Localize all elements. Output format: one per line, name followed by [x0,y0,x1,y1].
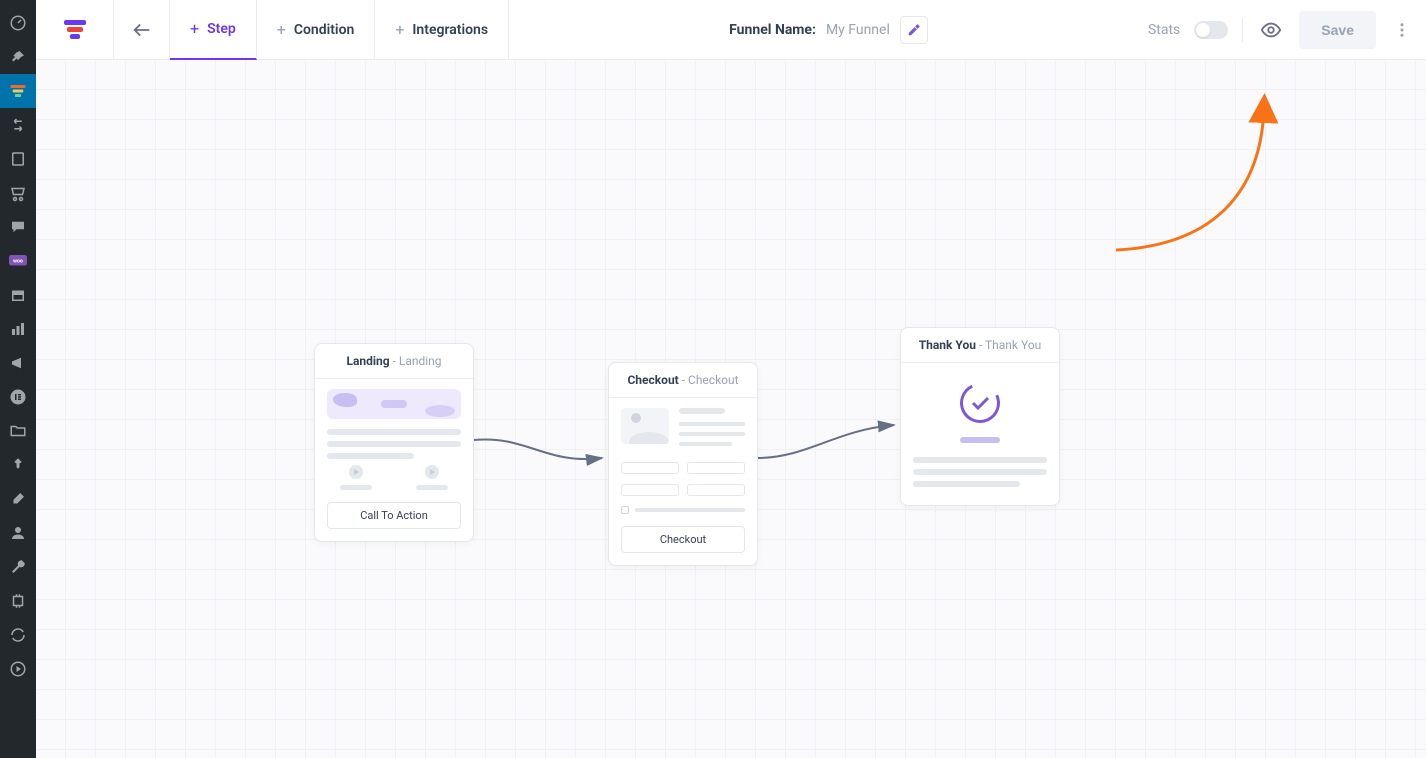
main-area: + Step + Condition + Integrations Funnel Na… [36,0,1426,758]
back-button[interactable] [114,0,170,60]
switch-icon [9,116,27,134]
plus-icon: + [395,20,404,39]
sidebar-item-templates[interactable] [0,108,36,142]
funnel-name-label: Funnel Name: [729,22,816,38]
brush-icon [9,490,27,508]
card-action-button[interactable]: Checkout [621,526,745,553]
chart-icon [9,320,27,338]
wp-admin-sidebar: woo [0,0,36,758]
step-card-thankyou[interactable]: Thank You - Thank You [900,327,1060,506]
wrench-icon [9,558,27,576]
card-preview [315,379,473,502]
card-action-button[interactable]: Call To Action [327,502,461,529]
sidebar-item-analytics[interactable] [0,312,36,346]
more-vertical-icon [1393,21,1411,39]
card-preview [901,363,1059,505]
book-icon [9,150,27,168]
tab-step-label: Step [207,21,236,37]
card-title-text: Checkout [627,373,678,387]
tab-integrations-label: Integrations [412,22,488,38]
arrow-left-icon [131,19,153,41]
plus-icon: + [277,20,286,39]
topbar: + Step + Condition + Integrations Funnel Na… [36,0,1426,60]
preview-button[interactable] [1257,16,1285,44]
sidebar-item-pages[interactable] [0,142,36,176]
more-button[interactable] [1390,18,1414,42]
card-title-text: Landing [346,354,389,368]
tab-condition-label: Condition [294,22,355,38]
card-title: Thank You - Thank You [901,328,1059,363]
funnel-canvas[interactable]: Landing - Landing Call To Action Checkou… [36,60,1426,758]
topbar-right: Stats Save [1148,11,1426,49]
play-icon [9,660,27,678]
sidebar-item-marketing[interactable] [0,346,36,380]
sidebar-item-settings[interactable] [0,550,36,584]
card-title: Checkout - Checkout [609,363,757,398]
chat-icon [9,218,27,236]
archive-icon [9,286,27,304]
svg-text:woo: woo [13,259,23,265]
card-title: Landing - Landing [315,344,473,379]
sidebar-item-power[interactable] [0,584,36,618]
sidebar-item-chat[interactable] [0,210,36,244]
card-subtitle: - Checkout [679,373,739,387]
sidebar-item-users[interactable] [0,516,36,550]
elementor-icon [9,388,27,406]
card-title-text: Thank You [919,338,976,352]
stats-label: Stats [1148,22,1180,38]
sidebar-item-play[interactable] [0,652,36,686]
folder-icon [9,422,27,440]
sidebar-item-elementor[interactable] [0,380,36,414]
tab-condition[interactable]: + Condition [257,0,376,60]
sidebar-item-archive[interactable] [0,278,36,312]
funnel-icon [9,82,27,100]
sidebar-item-woo[interactable]: woo [0,244,36,278]
woo-icon: woo [9,252,27,270]
funnel-name-value: My Funnel [826,22,890,38]
step-card-landing[interactable]: Landing - Landing Call To Action [314,343,474,542]
sidebar-item-pin[interactable] [0,40,36,74]
refresh-icon [9,626,27,644]
app-logo[interactable] [36,0,114,60]
edit-name-button[interactable] [900,16,928,44]
divider [1242,18,1243,42]
pin-icon [9,48,27,66]
sidebar-item-brush[interactable] [0,482,36,516]
sidebar-item-files[interactable] [0,414,36,448]
toolbar-tabs: + Step + Condition + Integrations [170,0,509,60]
eye-icon [1260,19,1282,41]
sidebar-item-cart[interactable] [0,176,36,210]
sidebar-item-refresh[interactable] [0,618,36,652]
sidebar-item-funnel[interactable] [0,74,36,108]
card-preview [609,398,757,526]
megaphone-icon [9,354,27,372]
gauge-icon [9,14,27,32]
check-icon [968,391,992,415]
card-subtitle: - Landing [390,354,442,368]
tab-step[interactable]: + Step [170,0,257,60]
plugin-icon [9,592,27,610]
pushpin-icon [9,456,27,474]
tab-integrations[interactable]: + Integrations [375,0,509,60]
cart-icon [9,184,27,202]
sidebar-item-tools[interactable] [0,448,36,482]
pencil-icon [907,23,921,37]
funnel-name-zone: Funnel Name: My Funnel [509,16,1148,44]
stats-toggle[interactable] [1194,21,1228,39]
card-subtitle: - Thank You [976,338,1041,352]
step-card-checkout[interactable]: Checkout - Checkout Checkout [608,362,758,566]
plus-icon: + [190,19,199,38]
save-button[interactable]: Save [1299,11,1376,49]
user-icon [9,524,27,542]
sidebar-item-dashboard[interactable] [0,6,36,40]
